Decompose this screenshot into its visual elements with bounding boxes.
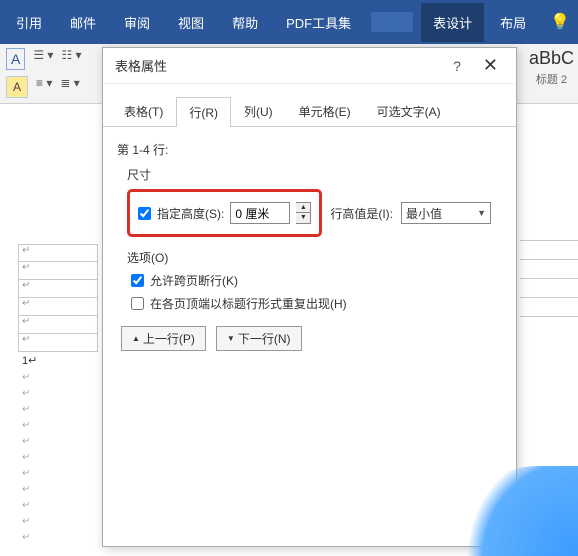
ribbon-tab-layout[interactable]: 布局: [488, 3, 538, 42]
highlight-box: 指定高度(S): ▲ ▼: [127, 189, 322, 237]
prev-row-button[interactable]: ▲上一行(P): [121, 326, 206, 351]
ribbon-tab-pdf[interactable]: PDF工具集: [274, 3, 363, 42]
para-mark: ↵: [22, 532, 30, 543]
table-row[interactable]: ↵: [18, 334, 98, 352]
highlight-a-icon[interactable]: A: [6, 76, 28, 98]
spinner-down-icon[interactable]: ▼: [296, 213, 310, 223]
dialog-title: 表格属性: [115, 56, 167, 75]
ribbon-tabs: 引用 邮件 审阅 视图 帮助 PDF工具集 表设计 布局 💡: [0, 0, 578, 44]
row-number: 1↵: [22, 354, 37, 367]
tab-table[interactable]: 表格(T): [111, 96, 176, 126]
para-mark: ↵: [22, 468, 30, 479]
table-row[interactable]: ↵: [18, 262, 98, 280]
row-nav-buttons: ▲上一行(P) ▼下一行(N): [121, 326, 502, 351]
para-mark: ↵: [22, 388, 30, 399]
ribbon-tab-review[interactable]: 审阅: [112, 3, 162, 42]
specify-height-checkbox[interactable]: [138, 207, 151, 220]
style-sample: aBbC: [529, 48, 574, 69]
user-account-icon[interactable]: [371, 12, 413, 32]
triangle-down-icon: ▼: [227, 334, 235, 343]
height-spinner[interactable]: ▲ ▼: [296, 202, 311, 224]
dialog-tabs: 表格(T) 行(R) 列(U) 单元格(E) 可选文字(A): [103, 96, 516, 127]
height-mode-label: 行高值是(I):: [330, 205, 393, 222]
options-section-label: 选项(O): [127, 249, 502, 266]
specify-height-label: 指定高度(S):: [157, 205, 224, 222]
row-range-label: 第 1-4 行:: [117, 141, 502, 158]
bullets-icon[interactable]: ☰ ▾: [33, 48, 53, 70]
tab-alt-text[interactable]: 可选文字(A): [364, 96, 454, 126]
help-button[interactable]: ?: [453, 58, 461, 74]
repeat-header-checkbox[interactable]: [131, 297, 144, 310]
allow-break-checkbox[interactable]: [131, 274, 144, 287]
table-row[interactable]: ↵: [18, 298, 98, 316]
tab-column[interactable]: 列(U): [231, 96, 286, 126]
ribbon-tab-references[interactable]: 引用: [4, 3, 54, 42]
table-edge: [520, 240, 578, 335]
height-input[interactable]: [230, 202, 290, 224]
triangle-up-icon: ▲: [132, 334, 140, 343]
close-button[interactable]: ✕: [477, 53, 504, 78]
repeat-header-label: 在各页顶端以标题行形式重复出现(H): [150, 295, 347, 312]
tab-row[interactable]: 行(R): [176, 97, 231, 127]
numbering-icon[interactable]: ☷ ▾: [61, 48, 81, 70]
ribbon-tab-mailings[interactable]: 邮件: [58, 3, 108, 42]
para-mark: ↵: [22, 516, 30, 527]
dialog-body: 第 1-4 行: 尺寸 指定高度(S): ▲ ▼ 行高值是(I): 最小值 ▼ …: [103, 127, 516, 361]
tab-cell[interactable]: 单元格(E): [286, 96, 364, 126]
para-mark: ↵: [22, 404, 30, 415]
font-a-icon[interactable]: A: [6, 48, 25, 70]
style-name: 标题 2: [529, 71, 574, 87]
allow-break-label: 允许跨页断行(K): [150, 272, 238, 289]
para-mark: ↵: [22, 420, 30, 431]
ribbon-tab-help[interactable]: 帮助: [220, 3, 270, 42]
align2-icon[interactable]: ≣ ▾: [60, 76, 79, 98]
tell-me-icon[interactable]: 💡: [550, 12, 570, 32]
ribbon-tab-table-design[interactable]: 表设计: [421, 3, 484, 42]
dialog-titlebar: 表格属性 ? ✕: [103, 48, 516, 84]
table-row[interactable]: ↵: [18, 244, 98, 262]
options-group: 允许跨页断行(K) 在各页顶端以标题行形式重复出现(H): [131, 272, 502, 312]
size-row: 指定高度(S): ▲ ▼ 行高值是(I): 最小值 ▼: [127, 189, 502, 237]
next-row-button[interactable]: ▼下一行(N): [216, 326, 302, 351]
size-section-label: 尺寸: [127, 166, 502, 183]
table-properties-dialog: 表格属性 ? ✕ 表格(T) 行(R) 列(U) 单元格(E) 可选文字(A) …: [102, 47, 517, 547]
para-mark: ↵: [22, 372, 30, 383]
para-mark: ↵: [22, 436, 30, 447]
ribbon-tab-view[interactable]: 视图: [166, 3, 216, 42]
height-mode-select[interactable]: 最小值 ▼: [401, 202, 491, 224]
para-mark: ↵: [22, 452, 30, 463]
align-icon[interactable]: ≡ ▾: [36, 76, 52, 98]
height-mode-value: 最小值: [406, 205, 442, 222]
style-preview[interactable]: aBbC 标题 2: [529, 48, 574, 87]
chevron-down-icon: ▼: [477, 208, 486, 218]
table-row[interactable]: ↵: [18, 280, 98, 298]
para-mark: ↵: [22, 500, 30, 511]
table-row[interactable]: ↵: [18, 316, 98, 334]
para-mark: ↵: [22, 484, 30, 495]
spinner-up-icon[interactable]: ▲: [296, 203, 310, 213]
